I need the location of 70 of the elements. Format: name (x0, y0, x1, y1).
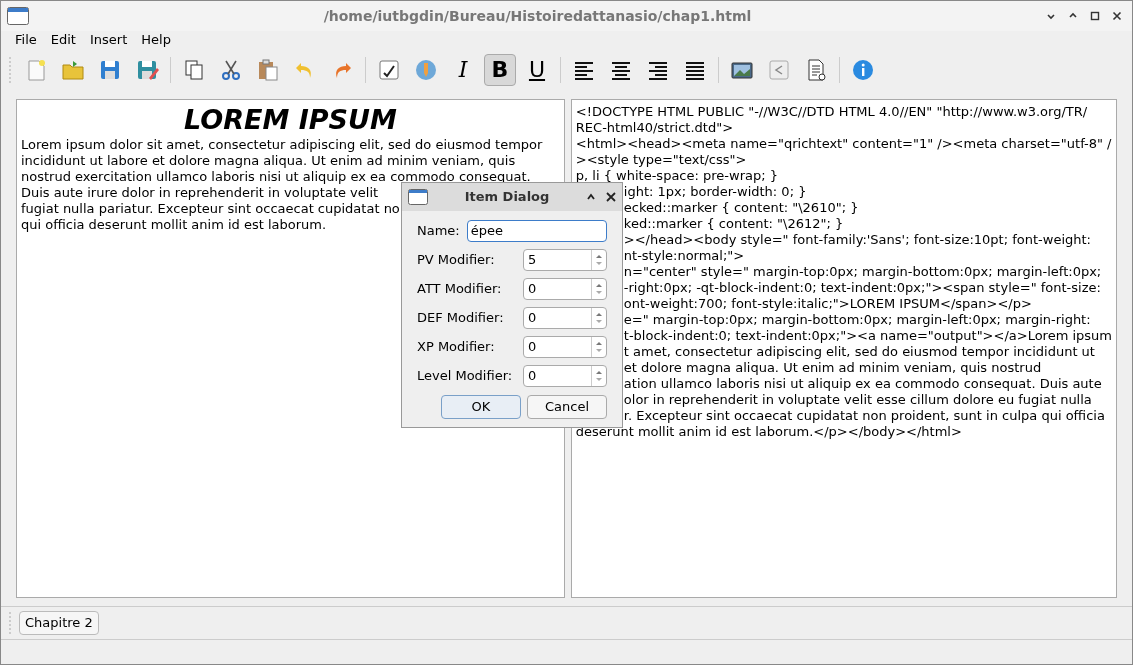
field-label: XP Modifier: (417, 338, 495, 357)
format-button[interactable]: U (521, 54, 553, 86)
code-line: e=" margin-top:0px; margin-bottom:0px; margin-left:0px; margin-right: (623, 312, 1091, 328)
floppy-icon[interactable] (98, 58, 122, 82)
close-icon[interactable] (1112, 11, 1122, 21)
spin-arrows-icon[interactable] (595, 340, 603, 354)
spin-box[interactable]: 0 (523, 336, 607, 358)
code-line: REC-html40/strict.dtd"> (575, 120, 734, 136)
code-line: deserunt mollit anim id est laborum.</p></body></html> (575, 424, 962, 440)
spin-arrows-icon[interactable] (595, 282, 603, 296)
maximize-icon[interactable] (1090, 11, 1100, 21)
info-icon[interactable] (851, 58, 875, 82)
spin-box[interactable]: 0 (523, 365, 607, 387)
text-line: incididunt ut labore et dolore magna aliqua. Ut enim ad minim veniam, quis (21, 153, 516, 169)
spin-arrows-icon[interactable] (595, 253, 603, 267)
code-line: n="center" style=" margin-top:0px; margin-bottom:0px; margin-left:0px; (623, 264, 1102, 280)
code-line: ecked::marker { content: "\2610"; } (623, 200, 859, 216)
code-line: t-block-indent:0; text-indent:0px;"><a name="output"></a>Lorem ipsum (623, 328, 1112, 344)
menu-item[interactable]: Help (135, 29, 177, 50)
spin-arrows-icon[interactable] (595, 369, 603, 383)
dialog-button[interactable]: Cancel (527, 395, 607, 419)
code-line: p, li { white-space: pre-wrap; } (575, 168, 778, 184)
text-line: nostrud exercitation ullamco laboris nisi ut aliquip ex ea commodo consequat. (21, 169, 531, 185)
spin-box[interactable]: 5 (523, 249, 607, 271)
collapse-icon[interactable] (586, 192, 596, 202)
scissors-icon[interactable] (219, 58, 243, 82)
menu-item[interactable]: Edit (44, 29, 82, 50)
code-line: et dolore magna aliqua. Ut enim ad minim veniam, quis nostrud (623, 360, 1042, 376)
text-line: fugiat nulla pariatur. Excepteur sint occaecat cupidatat no (21, 201, 400, 217)
menu-item[interactable]: Insert (83, 29, 134, 50)
spin-arrows-icon[interactable] (595, 311, 603, 325)
code-line: ked::marker { content: "\2612"; } (623, 216, 844, 232)
code-line: ><style type="text/css"> (575, 152, 747, 168)
code-line: ight: 1px; border-width: 0; } (623, 184, 807, 200)
field-label: DEF Modifier: (417, 309, 504, 328)
code-line: <html><head><meta name="qrichtext" content="1" /><meta charset="utf-8" / (575, 136, 1112, 152)
text-line: Duis aute irure dolor in reprehenderit in voluptate velit (21, 185, 379, 201)
menu-item[interactable]: File (9, 29, 43, 50)
format-button[interactable]: I (447, 54, 479, 86)
dialog-button[interactable]: OK (441, 395, 521, 419)
clipboard-icon[interactable] (256, 58, 280, 82)
code-line: nt-style:normal;"> (623, 248, 745, 264)
window-icon (7, 7, 29, 25)
field-label: Name: (417, 222, 460, 241)
spin-box[interactable]: 0 (523, 278, 607, 300)
name-field[interactable]: épee (466, 220, 607, 242)
window-title: /home/iutbgdin/Bureau/Histoiredattanasio/chap1.html (323, 7, 752, 24)
spin-box[interactable]: 0 (523, 307, 607, 329)
code-line: -right:0px; -qt-block-indent:0; text-indent:0px;"><span style=" font-size: (623, 280, 1101, 296)
field-label: Level Modifier: (417, 367, 513, 386)
text-line: qui officia deserunt mollit anim id est laborum. (21, 217, 327, 233)
code-line: ation ullamco laboris nisi ut aliquip ex ea commodo consequat. Duis aute (623, 376, 1102, 392)
floppy-pencil-icon[interactable] (135, 58, 159, 82)
text-line: Lorem ipsum dolor sit amet, consectetur adipiscing elit, sed do eiusmod tempor (21, 137, 543, 153)
code-line: t amet, consectetur adipiscing elit, sed do eiusmod tempor incididunt ut (623, 344, 1095, 360)
code-line: <!DOCTYPE HTML PUBLIC "-//W3C//DTD HTML 4.0//EN" "http://www.w3.org/TR/ (575, 104, 1088, 120)
dialog-title: Item Dialog (464, 189, 550, 205)
window-icon (408, 189, 428, 205)
chapter-button[interactable]: Chapitre 2 (19, 611, 99, 635)
spellcheck-icon[interactable] (377, 58, 401, 82)
code-line: r. Excepteur sint occaecat cupidatat non proident, sunt in culpa qui officia (623, 408, 1105, 424)
field-label: PV Modifier: (417, 251, 495, 270)
field-label: ATT Modifier: (417, 280, 502, 299)
code-line: ont-weight:700; font-style:italic;">LOREM IPSUM</span></p> (623, 296, 1032, 312)
code-line: olor in reprehenderit in voluptate velit esse cillum dolore eu fugiat nulla (623, 392, 1092, 408)
heading: LOREM IPSUM (183, 103, 398, 137)
format-button[interactable]: B (484, 54, 516, 86)
close-icon[interactable] (606, 192, 616, 202)
copy-icon[interactable] (182, 58, 206, 82)
code-line: ></head><body style=" font-family:'Sans'; font-size:10pt; font-weight: (623, 232, 1091, 248)
